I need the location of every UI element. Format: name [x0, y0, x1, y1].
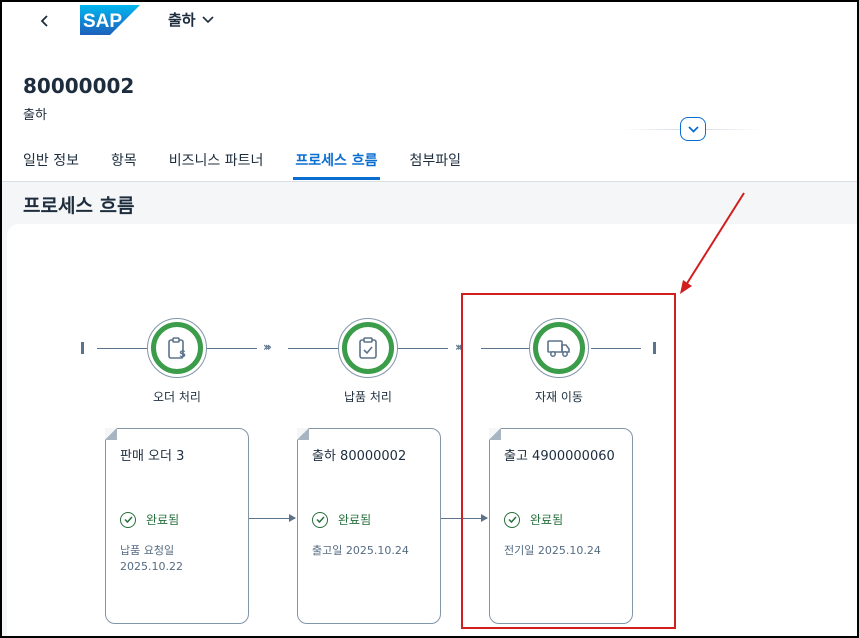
card-fold: [297, 428, 309, 440]
truck-icon: [547, 340, 570, 357]
check-circle-icon: [312, 511, 328, 528]
info-value: 2025.10.24: [345, 544, 409, 557]
info-label: 납품 요청일: [120, 544, 175, 557]
status-text: 완료됨: [530, 513, 564, 527]
document-info: 출고일 2025.10.24: [312, 543, 409, 559]
status-text: 완료됨: [146, 513, 180, 527]
tab-bar: 일반 정보 항목 비즈니스 파트너 프로세스 흐름 첨부파일: [23, 150, 493, 182]
sap-logo[interactable]: SAP: [80, 5, 140, 35]
svg-text:SAP: SAP: [83, 11, 122, 32]
svg-text:$: $: [179, 349, 186, 360]
document-info: 납품 요청일 2025.10.22: [120, 543, 183, 575]
card-fold: [489, 428, 501, 440]
tab-general-info[interactable]: 일반 정보: [23, 150, 79, 181]
info-line: 출고일 2025.10.24: [312, 543, 409, 559]
node-status-ring: [342, 322, 394, 374]
document-card-goods-issue[interactable]: 출고 4900000060 완료됨 전기일 2025.10.24: [489, 428, 633, 624]
card-fold: [105, 428, 117, 440]
node-label: 오더 처리: [153, 390, 201, 404]
document-info: 전기일 2025.10.24: [504, 543, 601, 559]
document-title: 출고 4900000060: [504, 449, 615, 464]
tab-attachments[interactable]: 첨부파일: [410, 150, 462, 181]
lane-line: [481, 348, 529, 349]
info-value: 2025.10.24: [537, 544, 601, 557]
lane-end-marker: [653, 342, 656, 354]
tab-process-flow[interactable]: 프로세스 흐름: [293, 150, 380, 181]
check-circle-icon: [504, 511, 520, 528]
lane-line: [288, 348, 338, 349]
check-circle-icon: [120, 511, 136, 528]
node-order-processing[interactable]: $: [147, 318, 207, 378]
back-button[interactable]: [32, 8, 58, 34]
document-card-delivery[interactable]: 출하 80000002 완료됨 출고일 2025.10.24: [297, 428, 441, 624]
lane-line: [398, 348, 448, 349]
clipboard-check-icon: [359, 337, 377, 359]
lane-line: [207, 348, 257, 349]
tab-items[interactable]: 항목: [111, 150, 137, 181]
shell-bar: SAP 출하: [0, 0, 859, 42]
lane-chevrons: ›››: [263, 340, 272, 354]
chevron-down-icon: [687, 125, 699, 133]
lane-chevrons: ›››: [455, 340, 464, 354]
info-line: 전기일 2025.10.24: [504, 543, 601, 559]
section-title: 프로세스 흐름: [23, 195, 135, 217]
document-title: 판매 오더 3: [120, 449, 185, 464]
connector-arrow: [441, 514, 488, 522]
node-status-ring: [533, 322, 585, 374]
node-label: 납품 처리: [344, 390, 392, 404]
info-label: 출고일: [312, 544, 343, 557]
document-card-sales-order[interactable]: 판매 오더 3 완료됨 납품 요청일 2025.10.22: [105, 428, 249, 624]
lane-line: [97, 348, 147, 349]
tab-business-partners[interactable]: 비즈니스 파트너: [169, 150, 264, 181]
document-status: 완료됨: [504, 511, 563, 528]
object-title: 80000002: [23, 74, 135, 98]
node-status-ring: $: [151, 322, 203, 374]
app-title-menu[interactable]: 출하: [168, 9, 214, 30]
object-subtitle: 출하: [23, 108, 47, 123]
info-value: 2025.10.22: [120, 560, 183, 573]
clipboard-dollar-icon: $: [168, 337, 186, 360]
chevron-down-icon: [202, 13, 214, 27]
lane-start-marker: [81, 342, 84, 354]
collapse-header-button[interactable]: [680, 117, 706, 141]
app-title: 출하: [168, 11, 196, 29]
document-status: 완료됨: [312, 511, 371, 528]
info-label: 전기일: [504, 544, 535, 557]
lane-line: [591, 348, 641, 349]
status-text: 완료됨: [338, 513, 372, 527]
document-status: 완료됨: [120, 511, 179, 528]
node-label: 자재 이동: [535, 390, 583, 404]
document-title: 출하 80000002: [312, 449, 407, 464]
node-material-movement[interactable]: [529, 318, 589, 378]
node-delivery-processing[interactable]: [338, 318, 398, 378]
chevron-left-icon: [40, 15, 48, 27]
connector-arrow: [249, 514, 296, 522]
